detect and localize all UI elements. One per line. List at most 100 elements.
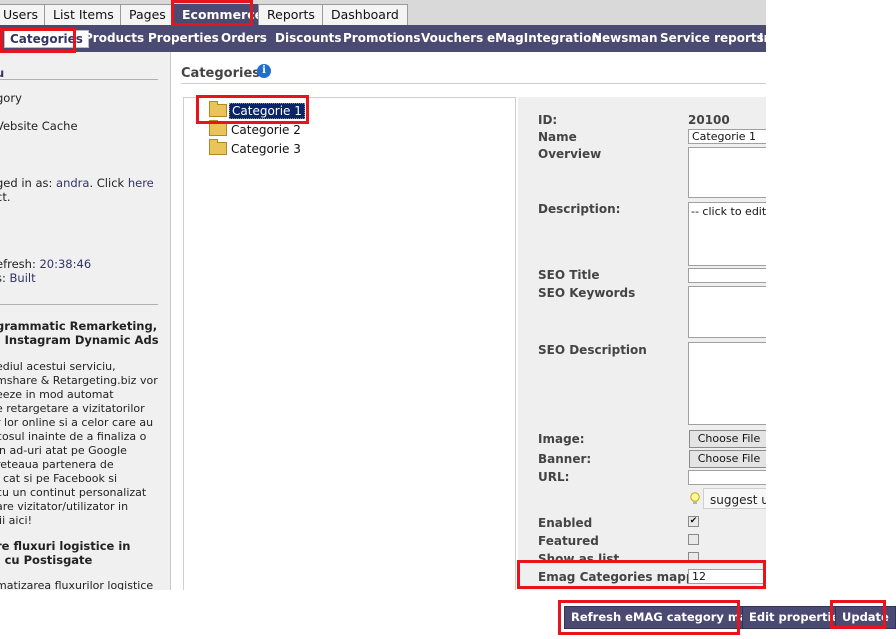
- sidebar-divider: [0, 304, 158, 305]
- news-title-line2[interactable]: : Instagram Dynamic Ads: [0, 333, 159, 347]
- news2-body-line: matizarea fluxurilor logistice: [0, 579, 154, 590]
- page-title: Categories: [181, 66, 261, 81]
- subnav-products[interactable]: Products: [84, 31, 144, 45]
- check-icon: ✔: [689, 516, 698, 526]
- url-input[interactable]: [688, 470, 766, 485]
- update-button[interactable]: Update: [835, 606, 896, 629]
- seo-description-textarea[interactable]: [688, 342, 766, 425]
- image-choose-file-button[interactable]: Choose File: [689, 430, 766, 448]
- login-prefix: ged in as:: [0, 176, 57, 190]
- news-body-line: cosul inainte de a finaliza o: [0, 430, 147, 443]
- news-title-line1[interactable]: grammatic Remarketing,: [0, 319, 157, 333]
- sidebar-login-line2: ct.: [0, 190, 11, 204]
- news2-title-line2[interactable]: : cu Postisgate: [0, 553, 92, 567]
- logout-here-link[interactable]: here: [128, 176, 154, 190]
- tab-list-items[interactable]: List Items: [44, 4, 123, 25]
- tree-node-label: Categorie 1: [229, 102, 305, 119]
- seo-keywords-label: SEO Keywords: [538, 286, 636, 300]
- sidebar-header: u: [0, 66, 4, 80]
- app-frame: Users List Items Pages Ecommerce Reports…: [0, 0, 766, 590]
- subnav-emagintegration[interactable]: eMagIntegration: [487, 31, 600, 45]
- tab-reports[interactable]: Reports: [258, 4, 324, 25]
- sidebar-link-website-cache[interactable]: Vebsite Cache: [0, 119, 78, 133]
- status-value: Built: [9, 271, 36, 285]
- subnav-more[interactable]: In: [759, 31, 766, 45]
- subnav-service-reports[interactable]: Service reports: [660, 31, 764, 45]
- title-divider: [181, 83, 766, 84]
- login-user: andra: [56, 176, 90, 190]
- url-label: URL:: [538, 470, 570, 484]
- tab-label: Pages: [129, 7, 166, 22]
- name-input[interactable]: [688, 129, 766, 144]
- refresh-time: 20:38:46: [39, 257, 92, 271]
- tab-label: Users: [3, 7, 39, 22]
- login-suffix: . Click: [89, 176, 128, 190]
- enabled-label: Enabled: [538, 516, 593, 530]
- featured-label: Featured: [538, 534, 599, 548]
- seo-title-input[interactable]: [688, 268, 766, 283]
- news-body-line: eeze in mod automat: [0, 388, 114, 401]
- seo-description-label: SEO Description: [538, 343, 647, 357]
- ecommerce-subnav: Categories Products Properties Orders Di…: [0, 25, 766, 52]
- overview-label: Overview: [538, 147, 602, 161]
- banner-label: Banner:: [538, 452, 592, 466]
- sidebar: u gory Vebsite Cache ged in as: andra. C…: [0, 52, 171, 590]
- lightbulb-icon: [690, 492, 700, 504]
- subnav-promotions[interactable]: Promotions: [343, 31, 420, 45]
- info-icon[interactable]: i: [257, 64, 271, 78]
- tree-node-categorie-2[interactable]: Categorie 2: [209, 120, 303, 138]
- sidebar-status-info: s: Built: [0, 271, 36, 285]
- refresh-label: efresh:: [0, 257, 40, 271]
- description-label: Description:: [538, 202, 621, 216]
- news-body-line: mshare & Retargeting.biz vor: [0, 374, 158, 387]
- status-label: s:: [0, 271, 6, 285]
- folder-icon: [209, 101, 227, 117]
- tab-users[interactable]: Users: [0, 4, 48, 25]
- news-body-line: are vizitator/utilizator in: [0, 500, 129, 513]
- tree-node-categorie-3[interactable]: Categorie 3: [209, 139, 303, 157]
- main-tabs: Users List Items Pages Ecommerce Reports…: [0, 0, 766, 25]
- tree-node-label: Categorie 3: [231, 141, 301, 156]
- show-as-list-checkbox[interactable]: [688, 552, 699, 563]
- featured-checkbox[interactable]: [688, 534, 699, 545]
- folder-icon: [209, 139, 227, 155]
- id-value: 20100: [688, 113, 730, 127]
- subnav-categories[interactable]: Categories: [4, 30, 89, 48]
- subnav-newsman[interactable]: Newsman: [592, 31, 658, 45]
- news-body-line: r lor online si a celor care au: [0, 416, 154, 429]
- tab-label: Ecommerce: [182, 7, 264, 22]
- tree-node-categorie-1[interactable]: Categorie 1: [209, 101, 305, 119]
- banner-choose-file-button[interactable]: Choose File: [689, 450, 766, 468]
- tab-label: Dashboard: [331, 7, 399, 22]
- subnav-properties[interactable]: Properties: [148, 31, 219, 45]
- name-label: Name: [538, 130, 577, 144]
- news-body-line: , cat si pe Facebook si: [0, 472, 118, 485]
- category-tree-panel: Categorie 1 Categorie 2 Categorie 3: [183, 97, 516, 590]
- tab-label: List Items: [53, 7, 114, 22]
- sidebar-login-info: ged in as: andra. Click here: [0, 176, 154, 190]
- seo-title-label: SEO Title: [538, 268, 600, 282]
- subnav-discounts[interactable]: Discounts: [275, 31, 342, 45]
- seo-keywords-textarea[interactable]: [688, 286, 766, 338]
- sidebar-divider: [0, 79, 158, 80]
- enabled-checkbox[interactable]: ✔: [688, 516, 699, 527]
- tree-node-label: Categorie 2: [231, 122, 301, 137]
- id-label: ID:: [538, 113, 558, 127]
- news-read-more-link[interactable]: lii aici!: [0, 514, 32, 527]
- sidebar-refresh-info: efresh: 20:38:46: [0, 257, 91, 271]
- news-body-line: reteaua partenera de: [0, 458, 114, 471]
- tab-dashboard[interactable]: Dashboard: [322, 4, 408, 25]
- tab-pages[interactable]: Pages: [120, 4, 175, 25]
- news-body-line: cu un continut personalizat: [0, 486, 147, 499]
- emag-mapping-input[interactable]: [688, 569, 766, 584]
- folder-icon: [209, 120, 227, 136]
- overview-textarea[interactable]: [688, 147, 766, 198]
- image-label: Image:: [538, 432, 585, 446]
- news-body-line: in ad-uri atat pe Google: [0, 444, 127, 457]
- sidebar-link-category[interactable]: gory: [0, 91, 22, 105]
- description-editor[interactable]: -- click to edit: [688, 202, 766, 266]
- subnav-orders[interactable]: Orders: [221, 31, 267, 45]
- news2-title-line1[interactable]: re fluxuri logistice in: [0, 539, 130, 553]
- suggest-url-label: suggest ur: [710, 493, 766, 507]
- subnav-vouchers[interactable]: Vouchers: [421, 31, 483, 45]
